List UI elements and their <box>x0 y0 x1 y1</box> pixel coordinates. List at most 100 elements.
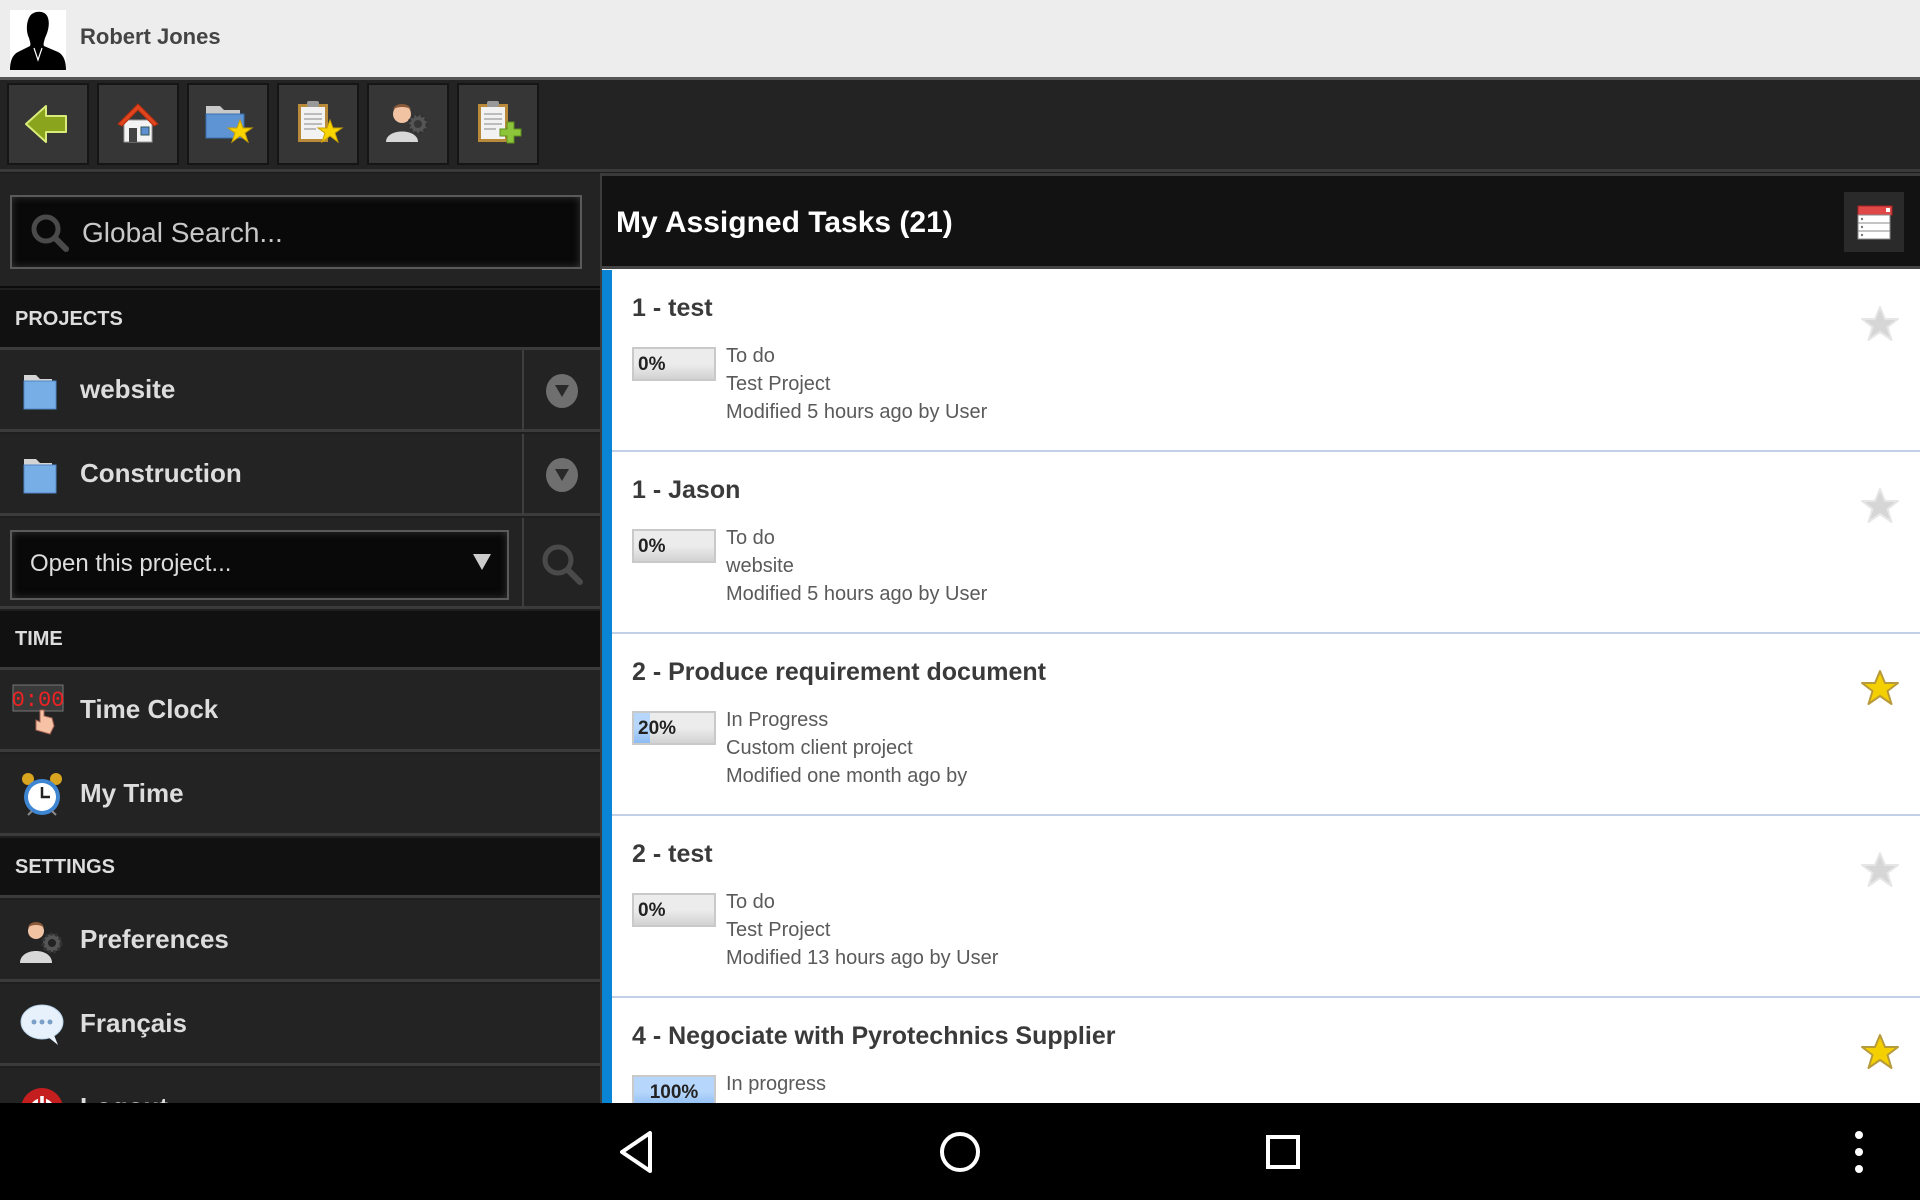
task-project: Test Project <box>726 373 831 395</box>
task-meta: To do website Modified 5 hours ago by User <box>726 524 987 608</box>
task-status: In Progress <box>726 709 829 731</box>
task-status: In progress <box>726 1073 827 1095</box>
sidebar-item-logout[interactable]: Logout <box>0 1068 600 1103</box>
user-header: Robert Jones <box>0 0 1920 80</box>
system-navigation-bar <box>0 1103 1920 1200</box>
task-modified: Modified one month ago by <box>726 765 968 787</box>
task-meta: In progressMusic creation group <box>726 1070 912 1103</box>
dropdown-arrow-icon <box>473 554 491 570</box>
toolbar <box>0 80 1920 172</box>
logout-label: Logout <box>80 1092 168 1103</box>
sidebar: PROJECTS website Construction <box>0 173 600 1103</box>
task-row[interactable]: 4 - Negociate with Pyrotechnics Supplier… <box>602 998 1920 1103</box>
list-view-icon <box>1857 205 1893 240</box>
assigned-tasks-panel: My Assigned Tasks (21) 1 - test 0% To do Te… <box>600 173 1920 1103</box>
project-dropdown-button[interactable] <box>546 458 578 492</box>
progress-label: 0% <box>638 900 666 921</box>
task-modified: Modified 5 hours ago by User <box>726 401 988 423</box>
list-view-button[interactable] <box>1844 192 1904 252</box>
clipboard-star-icon <box>298 101 344 144</box>
project-dropdown-button[interactable] <box>546 374 578 408</box>
open-project-placeholder: Open this project... <box>30 550 232 577</box>
user-name: Robert Jones <box>80 24 221 49</box>
sidebar-item-preferences[interactable]: Preferences <box>0 900 600 982</box>
task-status: To do <box>726 891 775 913</box>
home-circle-icon[interactable] <box>935 1127 985 1177</box>
project-label: Construction <box>80 458 242 488</box>
home-icon <box>117 103 159 143</box>
projects-section-header: PROJECTS <box>0 290 600 350</box>
task-progress-bar: 20% <box>632 711 716 745</box>
panel-header: My Assigned Tasks (21) <box>602 173 1920 269</box>
time-header-label: TIME <box>15 628 63 650</box>
time-section-header: TIME <box>0 611 600 670</box>
page-title: My Assigned Tasks (21) <box>616 206 953 239</box>
sidebar-item-language[interactable]: Français <box>0 984 600 1066</box>
task-accent-bar <box>602 270 612 452</box>
app-window: Robert Jones Global Search... PROJECTS w… <box>0 0 1920 1103</box>
open-project-row: Open this project... <box>0 518 600 609</box>
task-accent-bar <box>602 998 612 1103</box>
folder-icon <box>23 375 57 410</box>
star-outline-icon[interactable] <box>1860 304 1900 344</box>
star-outline-icon[interactable] <box>1860 850 1900 890</box>
back-arrow-icon <box>25 105 67 143</box>
task-meta: To do Test Project Modified 13 hours ago b… <box>726 888 998 972</box>
settings-header-label: SETTINGS <box>15 856 116 878</box>
task-accent-bar <box>602 816 612 998</box>
task-list: 1 - test 0% To do Test Project Modified 5 ho… <box>602 270 1920 1103</box>
overflow-menu-icon[interactable] <box>1844 1127 1874 1177</box>
project-search-icon[interactable] <box>538 540 588 590</box>
favorite-tasks-button[interactable] <box>277 83 359 165</box>
chevron-down-icon <box>555 469 569 481</box>
task-modified: Modified 13 hours ago by User <box>726 947 999 969</box>
settings-section-header: SETTINGS <box>0 838 600 898</box>
task-accent-bar <box>602 452 612 634</box>
task-row[interactable]: 1 - Jason 0% To do website Modified 5 hours … <box>602 452 1920 634</box>
global-search-box[interactable] <box>10 195 582 269</box>
task-project: Custom client project <box>726 737 913 759</box>
user-gear-icon <box>20 922 63 963</box>
task-title: 1 - Jason <box>632 476 741 504</box>
folder-icon <box>23 459 57 494</box>
recents-icon[interactable] <box>1258 1127 1308 1177</box>
star-filled-icon[interactable] <box>1860 668 1900 708</box>
star-filled-icon[interactable] <box>1860 1032 1900 1072</box>
back-button[interactable] <box>7 83 89 165</box>
task-title: 2 - Produce requirement document <box>632 658 1046 686</box>
global-search-input[interactable] <box>82 207 562 259</box>
divider <box>522 518 524 609</box>
speech-bubble-icon <box>20 1004 64 1045</box>
chevron-down-icon <box>555 385 569 397</box>
user-settings-button[interactable] <box>367 83 449 165</box>
task-meta: To do Test Project Modified 5 hours ago by… <box>726 342 987 426</box>
task-row[interactable]: 2 - Produce requirement document 20% In Pr… <box>602 634 1920 816</box>
open-project-select[interactable]: Open this project... <box>10 530 509 600</box>
sidebar-item-time-clock[interactable]: 0:00 Time Clock <box>0 670 600 752</box>
project-label: website <box>80 374 176 404</box>
task-meta: In Progress Custom client project Modified… <box>726 706 967 790</box>
star-outline-icon[interactable] <box>1860 486 1900 526</box>
sidebar-item-my-time[interactable]: My Time <box>0 754 600 836</box>
task-status: To do <box>726 345 775 367</box>
new-task-button[interactable] <box>457 83 539 165</box>
clipboard-add-icon <box>478 101 522 144</box>
my-time-label: My Time <box>80 778 184 808</box>
user-gear-icon <box>386 104 429 142</box>
project-item-construction[interactable]: Construction <box>0 434 600 516</box>
time-clock-label: Time Clock <box>80 694 219 724</box>
task-row[interactable]: 2 - test 0% To do Test Project Modified 13 h… <box>602 816 1920 998</box>
task-modified: Modified 5 hours ago by User <box>726 583 988 605</box>
user-silhouette-icon[interactable] <box>10 10 66 70</box>
back-icon[interactable] <box>612 1127 662 1177</box>
task-progress-bar: 0% <box>632 347 716 381</box>
task-row[interactable]: 1 - test 0% To do Test Project Modified 5 ho… <box>602 270 1920 452</box>
home-button[interactable] <box>97 83 179 165</box>
project-item-website[interactable]: website <box>0 350 600 432</box>
task-project: Test Project <box>726 919 831 941</box>
progress-label: 100% <box>649 1082 699 1103</box>
divider <box>522 434 524 516</box>
projects-header-label: PROJECTS <box>15 308 123 330</box>
language-label: Français <box>80 1008 187 1038</box>
favorite-projects-button[interactable] <box>187 83 269 165</box>
